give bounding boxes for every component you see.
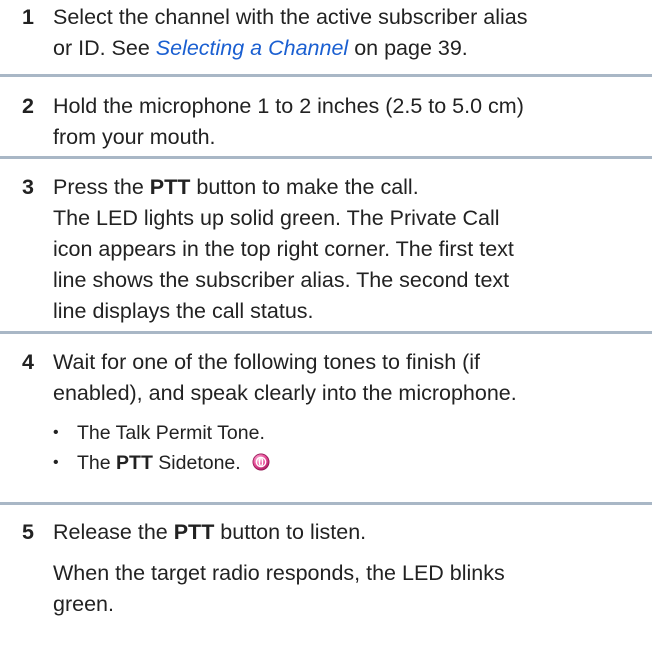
- step-2: 2 Hold the microphone 1 to 2 inches (2.5…: [0, 77, 652, 159]
- step-number: 3: [22, 175, 34, 199]
- step-text-part: or ID. See: [53, 36, 156, 60]
- step-5: 5 Release the PTT button to listen. When…: [0, 505, 652, 645]
- step-text: Release the PTT button to listen.: [53, 517, 644, 548]
- step-text-part: Release the: [53, 520, 174, 544]
- step-number: 4: [22, 350, 34, 374]
- step-text: Wait for one of the following tones to f…: [53, 350, 481, 374]
- tone-list: • The Talk Permit Tone. • The PTT Sideto…: [53, 418, 644, 478]
- bullet-icon: •: [53, 454, 59, 471]
- step-text: Select the channel with the active subsc…: [53, 5, 528, 29]
- step-text: or ID. See Selecting a Channel on page 3…: [53, 33, 644, 64]
- bullet-icon: •: [53, 424, 59, 441]
- step-text: Press the PTT button to make the call.: [53, 172, 644, 203]
- list-item-text: The: [77, 452, 117, 474]
- list-item: • The PTT Sidetone.: [53, 448, 644, 478]
- step-text-part: button to listen.: [214, 520, 367, 544]
- step-number: 2: [22, 94, 34, 118]
- list-item-text: Sidetone.: [152, 452, 241, 474]
- step-text: icon appears in the top right corner. Th…: [53, 237, 514, 261]
- ptt-label: PTT: [173, 520, 215, 544]
- procedure-steps: 1 Select the channel with the active sub…: [0, 0, 652, 645]
- step-text-part: on page 39.: [348, 36, 468, 60]
- radio-feature-icon: [252, 453, 270, 471]
- step-number: 5: [22, 520, 34, 544]
- step-text: green.: [53, 592, 114, 616]
- step-number: 1: [22, 5, 34, 29]
- step-text: The LED lights up solid green. The Priva…: [53, 206, 500, 230]
- step-text-part: Press the: [53, 175, 150, 199]
- step-text-part: button to make the call.: [190, 175, 419, 199]
- step-text: Hold the microphone 1 to 2 inches (2.5 t…: [53, 94, 524, 118]
- step-text: When the target radio responds, the LED …: [53, 561, 505, 585]
- step-text: line displays the call status.: [53, 299, 314, 323]
- step-3: 3 Press the PTT button to make the call.…: [0, 159, 652, 334]
- step-text: from your mouth.: [53, 125, 216, 149]
- selecting-a-channel-link[interactable]: Selecting a Channel: [156, 36, 348, 60]
- step-1: 1 Select the channel with the active sub…: [0, 0, 652, 77]
- step-text: enabled), and speak clearly into the mic…: [53, 381, 517, 405]
- list-item-text: The Talk Permit Tone.: [77, 422, 265, 444]
- step-text: line shows the subscriber alias. The sec…: [53, 268, 510, 292]
- list-item: • The Talk Permit Tone.: [53, 418, 644, 448]
- ptt-label: PTT: [116, 452, 153, 474]
- step-4: 4 Wait for one of the following tones to…: [0, 334, 652, 505]
- ptt-label: PTT: [149, 175, 191, 199]
